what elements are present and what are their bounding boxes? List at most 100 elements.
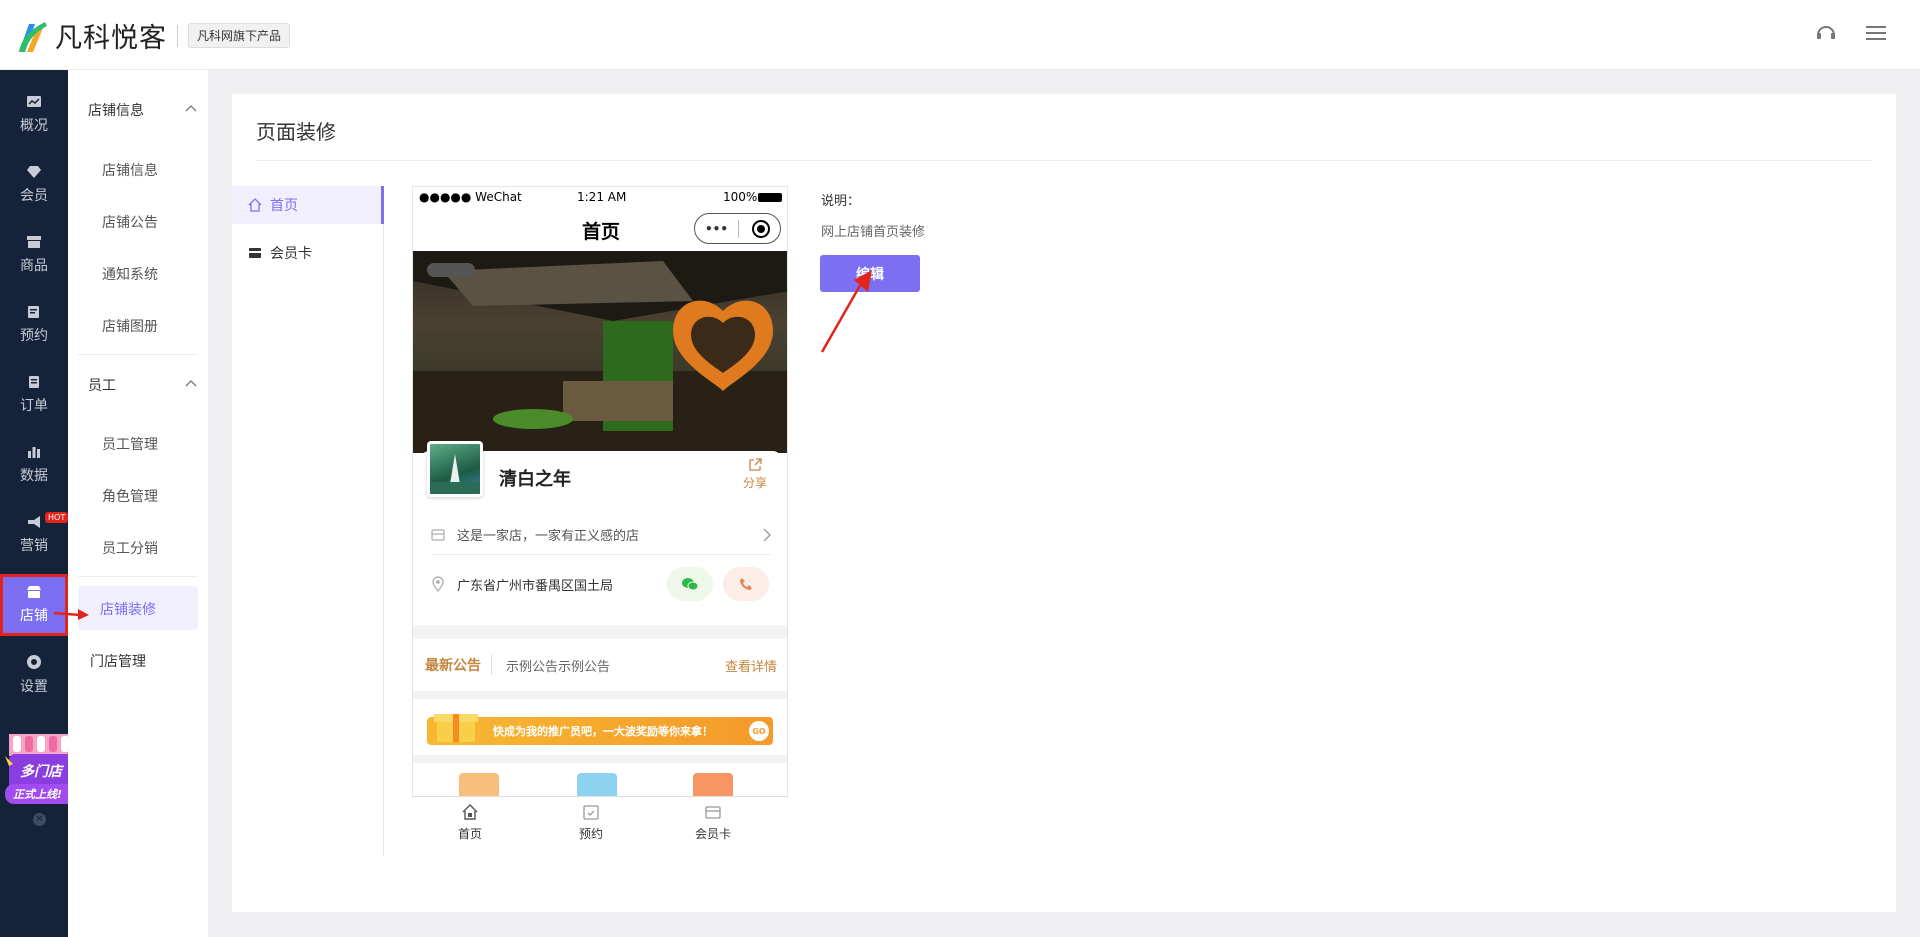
bar-chart-icon [28,447,40,458]
nav-label: 设置 [20,679,48,695]
card-icon [249,248,261,258]
notice-row[interactable]: 最新公告 示例公告示例公告 查看详情 [413,639,787,691]
nav-label: 预约 [20,328,48,344]
page-item-home[interactable]: 首页 [232,186,384,224]
main-panel: 页面装修 首页 会员卡 ●●●●● WeChat 1:21 AM 100% 首页… [232,94,1896,912]
store-small-icon [431,528,445,541]
feature-icons-row [459,773,733,797]
tab-home[interactable]: 首页 [435,803,505,842]
subnav-item-store-album[interactable]: 店铺图册 [102,316,158,336]
subnav-divider [78,576,198,577]
notice-label: 最新公告 [425,655,492,675]
location-icon [432,576,444,592]
store-banner-image [413,251,787,453]
go-badge[interactable]: GO [749,721,769,741]
subnav-item-store-decoration[interactable]: 店铺装修 [78,586,198,630]
subnav-group-store-info[interactable]: 店铺信息 [88,100,144,120]
subnav-item-role-manage[interactable]: 角色管理 [102,486,158,506]
settings-icon [27,655,41,669]
edit-button[interactable]: 编辑 [820,255,920,292]
notice-text: 示例公告示例公告 [506,659,611,675]
banner-graphic [413,251,787,453]
main-nav: 概况 会员 商品 预约 订单 数据 营销 HOT 店铺 设置 [0,70,69,937]
subnav-item-staff-manage[interactable]: 员工管理 [102,434,158,454]
tab-booking[interactable]: 预约 [556,803,626,842]
promo-close-icon[interactable]: ✕ [33,813,46,826]
share-label: 分享 [743,476,768,490]
subnav-item-staff-distribution[interactable]: 员工分销 [102,538,158,558]
store-intro-text: 这是一家店，一家有正义感的店 [457,529,640,544]
description-label: 说明： [821,194,861,209]
nav-label: 会员 [20,188,48,204]
calendar-icon [28,306,39,318]
chevron-up-icon[interactable] [185,104,197,112]
menu-icon[interactable] [1865,22,1887,44]
phone-status-bar: ●●●●● WeChat 1:21 AM 100% [413,187,787,207]
headset-icon[interactable] [1815,22,1837,44]
nav-label: 订单 [20,398,48,414]
logo[interactable]: 凡科悦客 凡科网旗下产品 [15,16,291,55]
nav-item-data[interactable]: 数据 [0,434,68,496]
chevron-up-icon[interactable] [185,379,197,387]
nav-item-marketing[interactable]: 营销 HOT [0,504,69,566]
nav-item-booking[interactable]: 预约 [0,294,68,356]
page-title: 页面装修 [256,120,336,144]
nav-item-members[interactable]: 会员 [0,154,68,216]
nav-label: 商品 [20,258,48,274]
promo-line2: 正式上线! [13,788,63,801]
wechat-button[interactable] [667,567,713,601]
clock-text: 1:21 AM [577,190,627,204]
battery-icon [758,193,782,202]
nav-item-store[interactable]: 店铺 [0,574,68,636]
order-icon [29,376,39,388]
title-divider [256,160,1872,161]
more-dots-icon[interactable]: ••• [695,222,738,236]
page-item-label: 首页 [270,198,298,214]
wechat-icon [682,578,699,591]
store-name: 清白之年 [499,469,571,490]
promo-line1: 多门店 [20,764,62,780]
logo-mark-icon [19,21,47,52]
page-item-label: 会员卡 [270,246,312,262]
capsule-divider [738,219,739,238]
tab-member-card[interactable]: 会员卡 [678,803,748,842]
phone-call-button[interactable] [723,567,769,601]
nav-item-orders[interactable]: 订单 [0,364,68,426]
store-address-row: 广东省广州市番禺区国土局 [431,555,771,613]
store-address-text: 广东省广州市番禺区国土局 [457,578,614,594]
nav-item-settings[interactable]: 设置 [0,644,68,706]
nav-item-products[interactable]: 商品 [0,224,68,286]
subnav-item-store-info[interactable]: 店铺信息 [102,160,158,180]
nav-label: 店铺 [20,608,48,624]
subnav-item-notify-system[interactable]: 通知系统 [102,264,158,284]
product-badge: 凡科网旗下产品 [188,23,291,48]
nav-item-overview[interactable]: 概况 [0,84,68,146]
nav-label: 营销 [20,538,48,554]
tab-label: 会员卡 [694,827,731,841]
top-header: 凡科悦客 凡科网旗下产品 [0,0,1920,70]
chevron-right-icon [763,528,771,541]
section-gap [413,625,787,639]
nav-label: 数据 [20,468,48,484]
close-target-icon[interactable] [752,219,770,238]
tab-label: 首页 [457,827,482,841]
home-icon [248,198,262,212]
subnav-group-staff[interactable]: 员工 [88,375,116,395]
store-intro-row[interactable]: 这是一家店，一家有正义感的店 [431,515,771,555]
description-text: 网上店铺首页装修 [821,225,926,240]
notice-detail-link[interactable]: 查看详情 [725,656,777,675]
subnav-item-store-notice[interactable]: 店铺公告 [102,212,158,232]
promoter-banner[interactable]: 快成为我的推广员吧，一大波奖励等你来拿！ GO [427,714,773,745]
tab-label: 预约 [578,827,603,841]
share-button[interactable]: 分享 [743,458,767,491]
box-icon [27,236,41,248]
sub-nav: 店铺信息 店铺信息 店铺公告 通知系统 店铺图册 员工 员工管理 角色管理 员工… [68,70,208,937]
calendar-icon [583,805,599,820]
card-icon [705,806,721,819]
logo-divider [177,24,178,47]
section-gap [413,691,787,699]
page-item-member-card[interactable]: 会员卡 [232,234,384,272]
subnav-item-branch-manage[interactable]: 门店管理 [90,651,146,671]
battery-text: 100% [723,190,758,204]
capsule-button[interactable]: ••• [694,213,781,244]
